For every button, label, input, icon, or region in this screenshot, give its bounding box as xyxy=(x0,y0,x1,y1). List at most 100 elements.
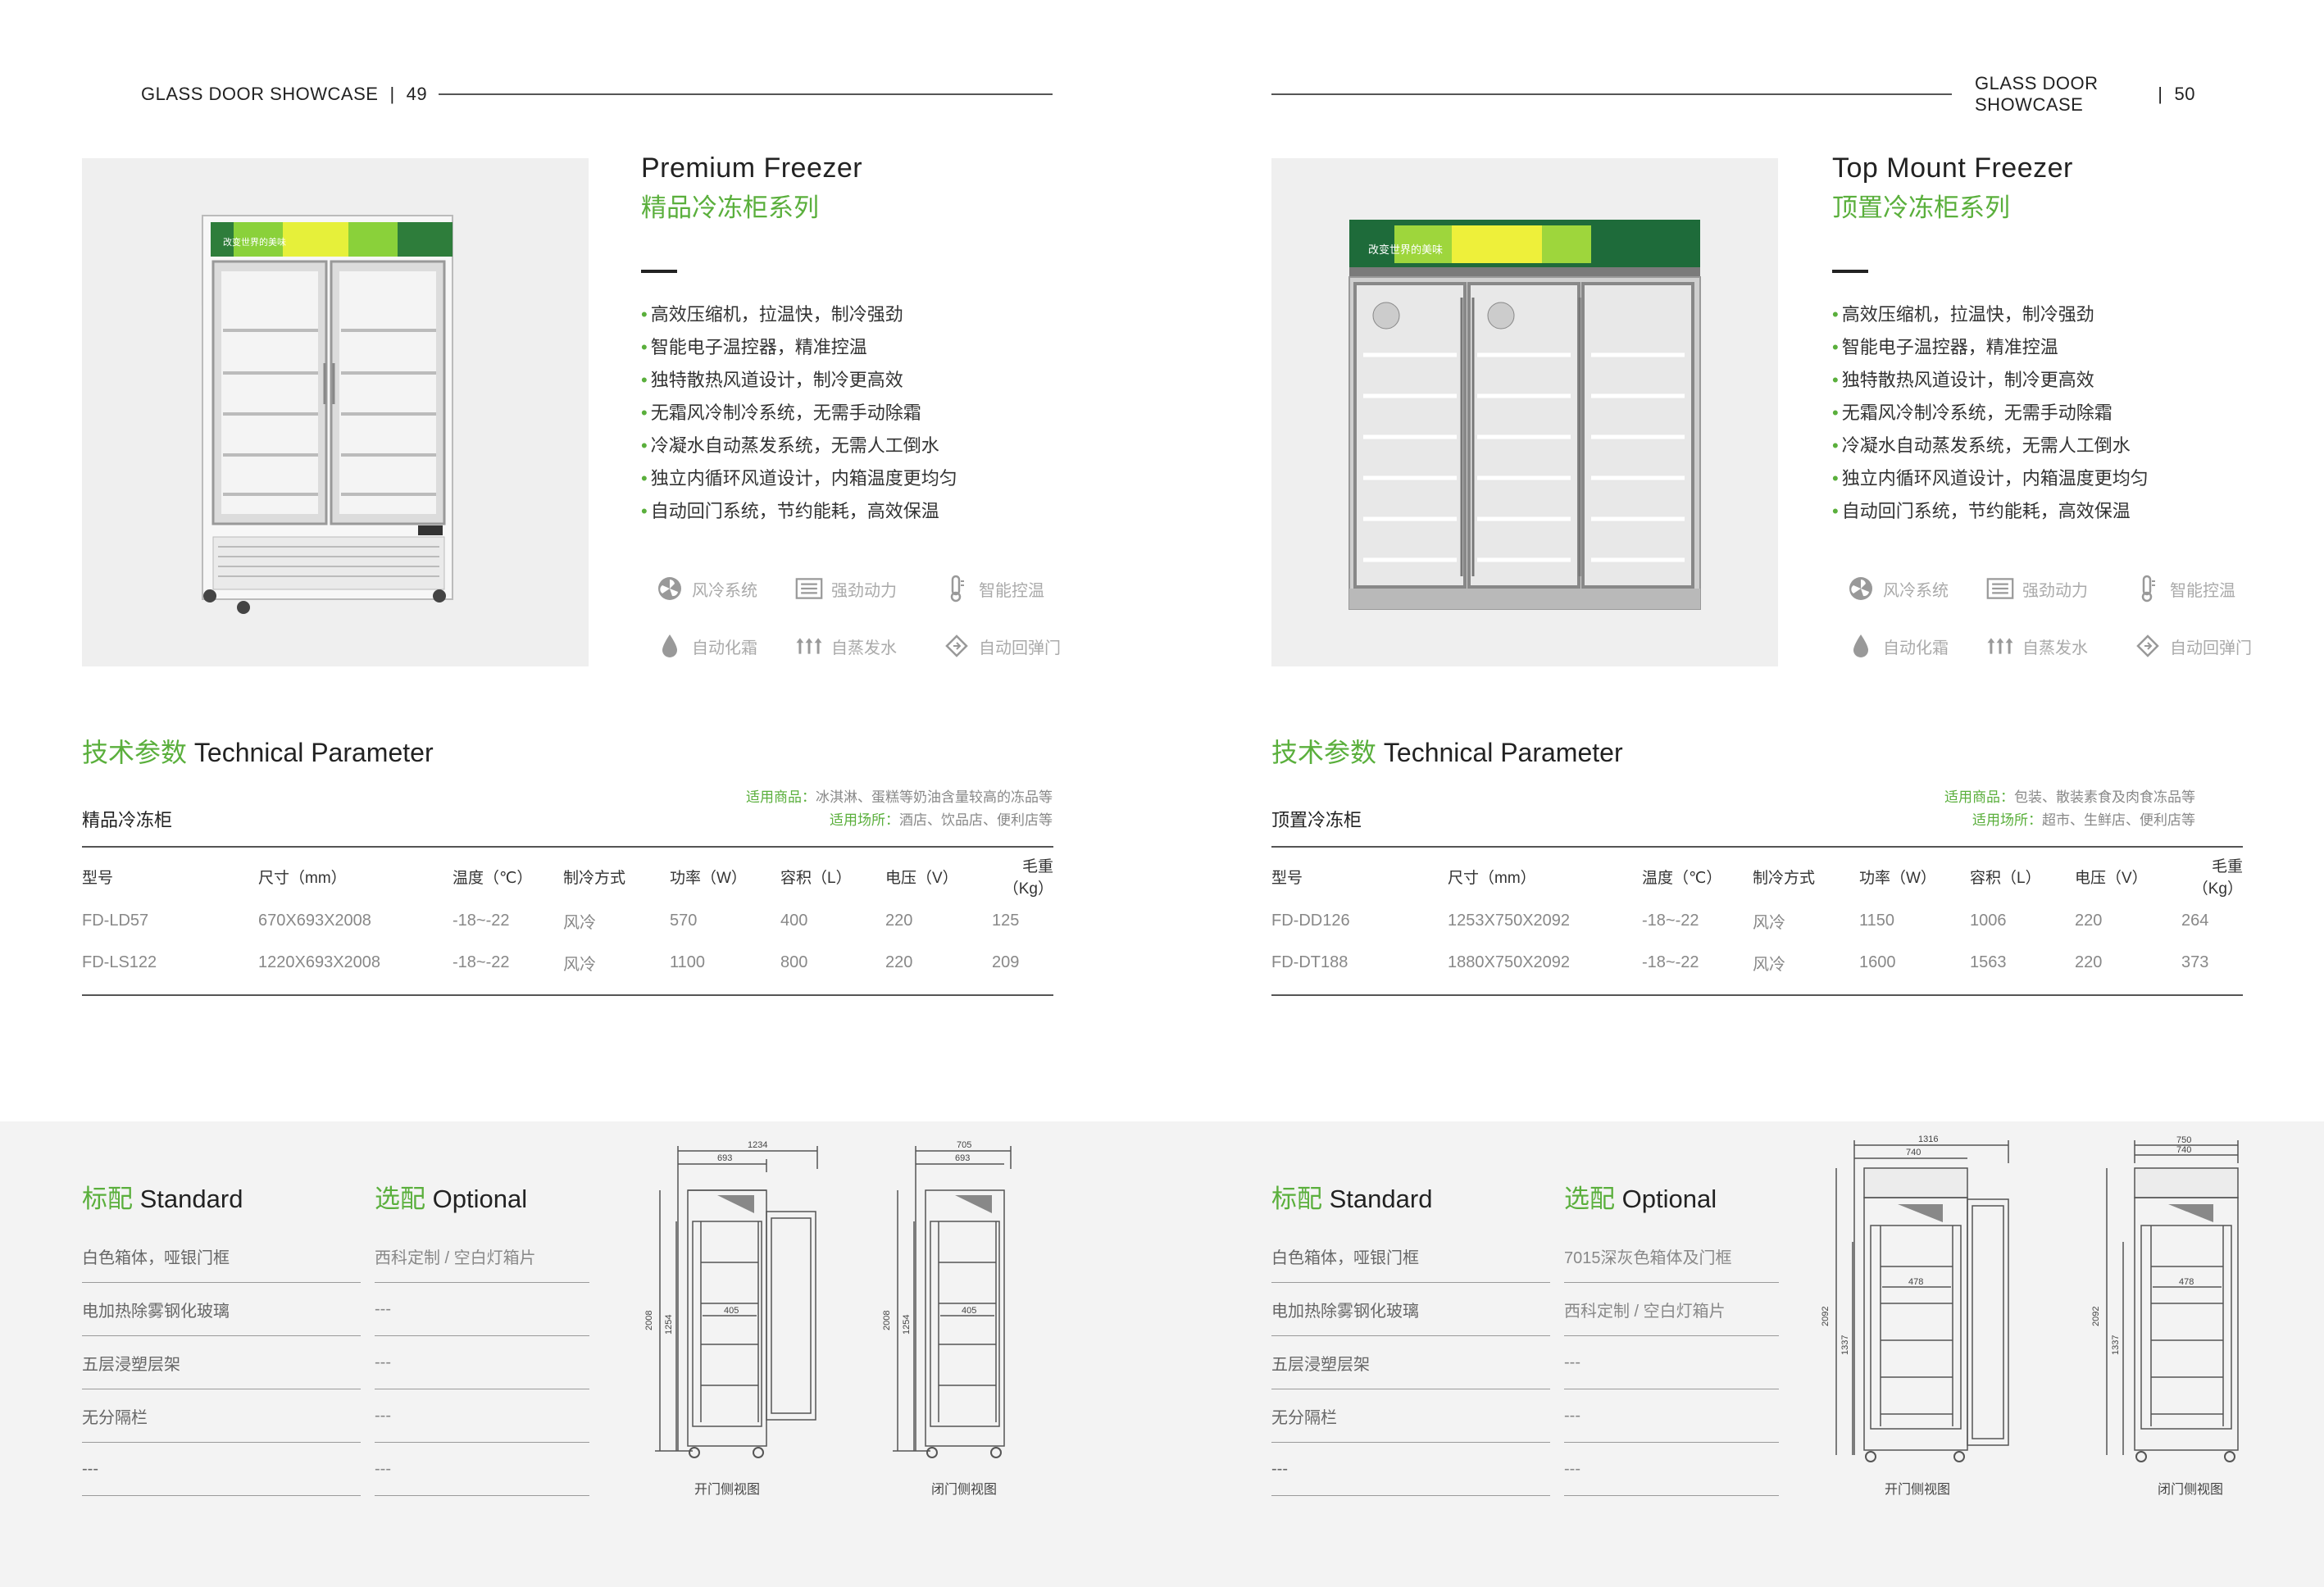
header-rule xyxy=(439,93,1053,95)
table-row: FD-DD126 1253X750X2092 -18~-22 风冷 1150 1006 22… xyxy=(1271,911,2209,932)
product-title-en: Top Mount Freezer xyxy=(1832,152,2073,184)
feature-icons: 风冷系统 强劲动力 智能控温 自动化霜 自蒸发水 自动回弹门 xyxy=(656,575,1066,659)
power-icon xyxy=(1986,575,2014,602)
list-item: --- xyxy=(1564,1389,1779,1443)
svg-text:1316: 1316 xyxy=(1918,1135,1938,1144)
suitable-places: 适用场所：酒店、饮品店、便利店等 xyxy=(830,812,1053,828)
feature-item: • 高效压缩机，拉温快，制冷强劲 xyxy=(1832,304,2094,325)
feature-item: • 冷凝水自动蒸发系统，无需人工倒水 xyxy=(1832,435,2131,456)
list-item: --- xyxy=(82,1443,361,1496)
list-item: 7015深灰色箱体及门框 xyxy=(1564,1230,1779,1283)
feature-item: • 无霜风冷制冷系统，无需手动除霜 xyxy=(1832,402,2113,423)
running-head-title: GLASS DOOR SHOWCASE xyxy=(1975,73,2099,115)
list-item: --- xyxy=(1271,1443,1550,1496)
list-item: --- xyxy=(375,1336,589,1389)
technical-parameter-heading: 技术参数 Technical Parameter xyxy=(1271,738,1623,767)
door-return-icon xyxy=(943,633,971,659)
list-item: 五层浸塑层架 xyxy=(82,1336,361,1389)
list-item: 白色箱体，哑银门框 xyxy=(82,1230,361,1283)
table-header-row: 型号 尺寸（mm） 温度（℃） 制冷方式 功率（W） 容积（L） 电压（V） 毛… xyxy=(82,858,1053,898)
svg-text:740: 740 xyxy=(1906,1148,1921,1157)
drawing-caption: 开门侧视图 xyxy=(694,1483,761,1497)
parameter-table: 型号 尺寸（mm） 温度（℃） 制冷方式 功率（W） 容积（L） 电压（V） 毛… xyxy=(82,846,1053,996)
feature-item: • 无霜风冷制冷系统，无需手动除霜 xyxy=(641,402,921,423)
product-title-cn: 精品冷冻柜系列 xyxy=(641,193,819,222)
standard-list: 白色箱体，哑银门框 电加热除雾钢化玻璃 五层浸塑层架 无分隔栏 --- xyxy=(82,1230,361,1496)
list-item: 西科定制 / 空白灯箱片 xyxy=(1564,1283,1779,1336)
svg-text:705: 705 xyxy=(957,1140,971,1150)
list-item: 五层浸塑层架 xyxy=(1271,1336,1550,1389)
standard-heading: 标配 Standard xyxy=(1271,1185,1433,1213)
drawing-open-door-side-view: 1234 693 2008 1254 405 xyxy=(644,1140,818,1458)
fan-icon xyxy=(1847,575,1875,602)
svg-text:693: 693 xyxy=(955,1153,970,1163)
optional-heading: 选配 Optional xyxy=(1564,1185,1717,1213)
running-head-title: GLASS DOOR SHOWCASE xyxy=(141,84,379,104)
svg-text:740: 740 xyxy=(2176,1145,2191,1155)
list-item: 电加热除雾钢化玻璃 xyxy=(1271,1283,1550,1336)
svg-text:1254: 1254 xyxy=(902,1315,912,1335)
suitable-places: 适用场所：超市、生鲜店、便利店等 xyxy=(1972,812,2195,828)
optional-list: 7015深灰色箱体及门框 西科定制 / 空白灯箱片 --- --- --- xyxy=(1564,1230,1779,1496)
product-title-cn: 顶置冷冻柜系列 xyxy=(1832,193,2010,222)
list-item: 西科定制 / 空白灯箱片 xyxy=(375,1230,589,1283)
title-dash xyxy=(1832,270,1868,273)
droplet-icon xyxy=(1847,633,1875,659)
feature-list: • 高效压缩机，拉温快，制冷强劲 • 智能电子温控器，精准控温 • 独特散热风道设计，… xyxy=(1832,298,2149,528)
table-row: FD-LD57 670X693X2008 -18~-22 风冷 570 400 220 125 xyxy=(82,911,1020,932)
list-item: --- xyxy=(1564,1443,1779,1496)
svg-text:405: 405 xyxy=(724,1306,739,1316)
running-head: GLASS DOOR SHOWCASE | 49 xyxy=(141,82,1053,107)
parameter-table: 型号 尺寸（mm） 温度（℃） 制冷方式 功率（W） 容积（L） 电压（V） 毛… xyxy=(1271,846,2243,996)
suitable-goods: 适用商品：包装、散装素食及肉食冻品等 xyxy=(1944,789,2195,805)
list-item: --- xyxy=(375,1389,589,1443)
drawing-open-door-side-view: 1316 740 2092 1337 478 xyxy=(1821,1135,2009,1462)
list-item: --- xyxy=(1564,1336,1779,1389)
model-series-name: 顶置冷冻柜 xyxy=(1271,810,1362,830)
list-item: 电加热除雾钢化玻璃 xyxy=(82,1283,361,1336)
product-photo-premium-freezer: 改变世界的美味 xyxy=(82,158,589,666)
feature-icons: 风冷系统 强劲动力 智能控温 自动化霜 自蒸发水 自动回弹门 xyxy=(1847,575,2257,659)
svg-text:2008: 2008 xyxy=(882,1311,892,1330)
evaporation-icon xyxy=(795,633,823,659)
freezer-2door-illustration: 改变世界的美味 xyxy=(201,215,453,614)
optional-heading: 选配 Optional xyxy=(375,1185,528,1213)
list-item: 无分隔栏 xyxy=(1271,1389,1550,1443)
running-head: GLASS DOOR SHOWCASE | 50 xyxy=(1271,73,2195,115)
thermometer-icon xyxy=(2134,575,2162,603)
svg-text:478: 478 xyxy=(2179,1277,2194,1287)
feature-item: • 独立内循环风道设计，内箱温度更均匀 xyxy=(1832,468,2149,489)
product-photo-top-mount-freezer: 改变世界的美味 xyxy=(1271,158,1778,666)
technical-parameter-heading: 技术参数 Technical Parameter xyxy=(82,738,434,767)
table-row: FD-LS122 1220X693X2008 -18~-22 风冷 1100 800 220… xyxy=(82,953,1020,974)
drawing-caption: 闭门侧视图 xyxy=(2158,1483,2224,1497)
thermometer-icon xyxy=(943,575,971,603)
svg-text:1337: 1337 xyxy=(1840,1335,1850,1355)
svg-text:750: 750 xyxy=(2176,1135,2191,1145)
page-number: 50 xyxy=(2174,84,2195,104)
table-header-row: 型号 尺寸（mm） 温度（℃） 制冷方式 功率（W） 容积（L） 电压（V） 毛… xyxy=(1271,858,2243,898)
drawing-caption: 闭门侧视图 xyxy=(931,1483,998,1497)
svg-text:478: 478 xyxy=(1908,1277,1923,1287)
svg-text:1254: 1254 xyxy=(664,1315,674,1335)
standard-list: 白色箱体，哑银门框 电加热除雾钢化玻璃 五层浸塑层架 无分隔栏 --- xyxy=(1271,1230,1550,1496)
svg-text:2092: 2092 xyxy=(1821,1307,1831,1326)
svg-text:693: 693 xyxy=(717,1153,732,1163)
product-title-en: Premium Freezer xyxy=(641,152,863,184)
standard-heading: 标配 Standard xyxy=(82,1185,243,1213)
drawing-closed-door-side-view: 750 740 2092 1337 478 xyxy=(2091,1135,2239,1462)
model-series-name: 精品冷冻柜 xyxy=(82,810,173,830)
feature-item: • 智能电子温控器，精准控温 xyxy=(1832,337,2058,357)
table-row: FD-DT188 1880X750X2092 -18~-22 风冷 1600 1563 22… xyxy=(1271,953,2209,974)
door-return-icon xyxy=(2134,633,2162,659)
suitable-goods: 适用商品：冰淇淋、蛋糕等奶油含量较高的冻品等 xyxy=(746,789,1053,805)
list-item: --- xyxy=(375,1283,589,1336)
fan-icon xyxy=(656,575,684,602)
banner-text: 改变世界的美味 xyxy=(1368,243,1443,256)
title-dash xyxy=(641,270,677,273)
feature-item: • 自动回门系统，节约能耗，高效保温 xyxy=(641,501,939,521)
header-rule xyxy=(1271,93,1952,95)
page-number: 49 xyxy=(406,84,428,104)
svg-text:1234: 1234 xyxy=(748,1140,767,1150)
banner-text: 改变世界的美味 xyxy=(223,236,286,248)
